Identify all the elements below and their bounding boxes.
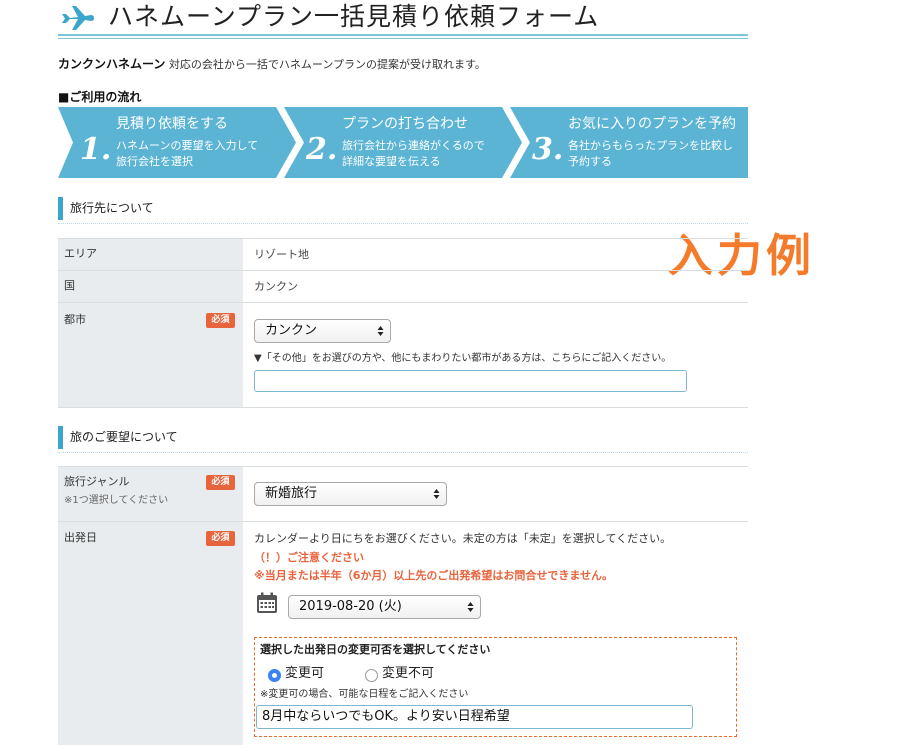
row-divider [58,238,748,239]
flow-step-2-desc1: 旅行会社から連絡がくるので [342,138,485,152]
flow-step-2-title: プランの打ち合わせ [342,115,468,132]
intro-bold: カンクンハネムーン [58,57,166,71]
row-divider [58,407,748,408]
radio-change-yes[interactable] [268,669,281,682]
genre-sublabel: ※1つ選択してください [64,495,169,506]
radio-change-yes-label[interactable]: 変更可 [285,665,324,683]
airplane-icon [62,6,94,30]
city-label: 都市 [64,313,86,326]
change-note: ※変更可の場合、可能な日程をご記入ください [260,689,469,700]
row-divider [58,270,748,271]
calendar-icon[interactable] [256,592,278,614]
country-value: カンクン [254,280,298,293]
row-divider [58,521,748,522]
change-dates-input[interactable]: 8月中ならいつでもOK。より安い日程希望 [256,705,693,729]
radio-change-no-label[interactable]: 変更不可 [382,665,434,683]
date-note: カレンダーより日にちをお選びください。未定の方は「未定」を選択してください。 [254,532,672,545]
area-label: エリア [64,247,97,260]
flow-step-1-num: 1. [80,132,111,167]
select-arrow-icon [467,602,474,612]
flow-step-1-desc2: 旅行会社を選択 [116,154,193,168]
page-title: ハネムーンプラン一括見積り依頼フォーム [108,2,600,31]
date-select[interactable]: 2019-08-20 (火) [288,595,481,619]
title-underline [58,34,748,36]
flow-step-2-desc2: 詳細な要望を伝える [342,154,441,168]
select-arrow-icon [377,326,384,336]
change-title: 選択した出発日の変更可否を選択してください [260,643,491,656]
country-label: 国 [64,279,75,292]
section-title-preferences: 旅のご要望について [70,430,178,444]
flow-step-3-num: 3. [532,132,563,167]
area-value: リゾート地 [254,248,309,261]
city-select-value: カンクン [265,323,318,338]
intro-desc: 対応の会社から一括でハネムーンプランの提案が受け取れます。 [168,58,486,71]
flow-step-3-desc1: 各社からもらったプランを比較し [568,138,733,152]
required-badge: 必須 [206,531,235,546]
required-badge: 必須 [206,313,235,328]
flow-step-3-title: お気に入りのプランを予約 [568,116,736,132]
required-badge: 必須 [206,475,235,490]
flow-step-3-desc2: 予約する [568,154,612,168]
date-select-value: 2019-08-20 (火) [299,599,402,614]
section-title-destination: 旅行先について [70,201,154,215]
flow-steps-banner: 1. 見積り依頼をする ハネムーンの要望を入力して 旅行会社を選択 2. プラン… [58,107,748,178]
row-divider [58,302,748,303]
city-note: ▼「その他」をお選びの方や、他にもまわりたい都市がある方は、こちらにご記入くださ… [254,353,672,364]
genre-select-value: 新婚旅行 [265,486,318,501]
section-divider [58,223,748,224]
flow-label: ■ご利用の流れ [58,90,142,104]
select-arrow-icon [433,489,440,499]
example-label: 入力例 [668,229,816,282]
genre-label: 旅行ジャンル [64,475,130,488]
row-divider [58,466,748,467]
genre-select[interactable]: 新婚旅行 [254,482,447,506]
flow-step-1-desc1: ハネムーンの要望を入力して [116,139,258,152]
city-other-input[interactable] [254,370,687,392]
section-marker [58,197,63,220]
flow-step-2-num: 2. [305,132,337,167]
date-label: 出発日 [64,531,97,544]
section-divider [58,452,748,453]
flow-step-1-title: 見積り依頼をする [116,116,228,132]
title-underline-thin [58,38,748,39]
radio-change-no[interactable] [365,669,378,682]
city-select[interactable]: カンクン [254,319,391,343]
section-marker [58,426,63,449]
date-warning-text: ※当月または半年（6か月）以上先のご出発希望はお問合せできません。 [254,569,614,582]
intro-text: カンクンハネムーン 対応の会社から一括でハネムーンプランの提案が受け取れます。 [58,56,486,73]
date-warning-title: （！）ご注意ください [254,551,364,564]
